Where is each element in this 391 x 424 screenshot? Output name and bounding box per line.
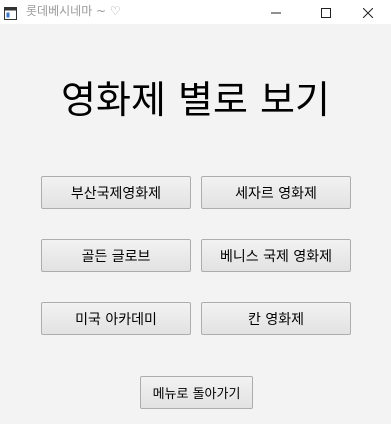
app-window-icon	[4, 5, 17, 20]
festival-button-venice[interactable]: 베니스 국제 영화제	[201, 239, 351, 272]
minimize-icon	[271, 3, 281, 22]
close-button[interactable]	[345, 0, 391, 24]
festival-button-cannes[interactable]: 칸 영화제	[201, 302, 351, 335]
festival-button-academy[interactable]: 미국 아카데미	[41, 302, 191, 335]
title-bar: 롯데베시네마 ~ ♡	[0, 0, 391, 24]
festival-button-busan[interactable]: 부산국제영화제	[41, 176, 191, 209]
maximize-icon	[321, 3, 331, 22]
minimize-button[interactable]	[253, 0, 299, 24]
app-window: 롯데베시네마 ~ ♡ 영화제 별로 보기 부산국제영화제 세자르 영화제 골든 …	[0, 0, 391, 424]
close-icon	[362, 3, 374, 22]
page-title: 영화제 별로 보기	[61, 78, 330, 122]
festival-button-cesar[interactable]: 세자르 영화제	[201, 176, 351, 209]
festival-button-golden-globe[interactable]: 골든 글로브	[41, 239, 191, 272]
back-to-menu-button[interactable]: 메뉴로 돌아가기	[140, 376, 253, 409]
maximize-button[interactable]	[303, 0, 349, 24]
window-title: 롯데베시네마 ~ ♡	[26, 4, 121, 18]
